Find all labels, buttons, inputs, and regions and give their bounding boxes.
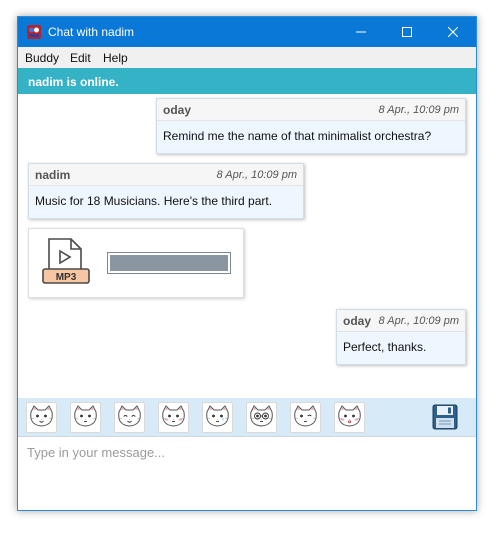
glasses-cat-icon bbox=[249, 404, 274, 431]
message-header: oday 8 Apr., 10:09 pm bbox=[157, 99, 465, 121]
message-bubble: oday 8 Apr., 10:09 pm Perfect, thanks. bbox=[336, 309, 466, 365]
grin-cat-icon bbox=[117, 404, 142, 431]
menu-bar: Buddy Edit Help bbox=[18, 47, 476, 68]
teary-cat-icon bbox=[205, 404, 230, 431]
close-icon bbox=[448, 27, 458, 37]
kiss-cat-icon bbox=[337, 404, 362, 431]
floppy-disk-icon bbox=[432, 404, 458, 430]
emoticon-button-kiss[interactable] bbox=[334, 402, 365, 433]
wink-cat-icon bbox=[293, 404, 318, 431]
maximize-button[interactable] bbox=[384, 17, 430, 47]
emoticon-button-glasses[interactable] bbox=[246, 402, 277, 433]
emoticon-button-grin[interactable] bbox=[114, 402, 145, 433]
menu-help[interactable]: Help bbox=[103, 51, 128, 65]
maximize-icon bbox=[402, 27, 412, 37]
emoticon-button-neutral[interactable] bbox=[70, 402, 101, 433]
file-attachment[interactable]: MP3 bbox=[28, 228, 244, 298]
message-text: Remind me the name of that minimalist or… bbox=[163, 129, 432, 143]
message-text: Perfect, thanks. bbox=[343, 340, 427, 354]
message-time: 8 Apr., 10:09 pm bbox=[378, 315, 459, 327]
neutral-cat-icon bbox=[73, 404, 98, 431]
app-logo-icon bbox=[27, 25, 41, 39]
emoticon-button-blush[interactable] bbox=[158, 402, 189, 433]
close-button[interactable] bbox=[430, 17, 476, 47]
minimize-button[interactable] bbox=[338, 17, 384, 47]
message-header: nadim 8 Apr., 10:09 pm bbox=[29, 164, 303, 186]
file-progress-bar bbox=[107, 252, 231, 274]
message-sender: oday bbox=[343, 314, 372, 328]
message-time: 8 Apr., 10:09 pm bbox=[378, 104, 459, 116]
message-sender: nadim bbox=[35, 168, 71, 182]
menu-buddy[interactable]: Buddy bbox=[25, 51, 59, 65]
status-bar: nadim is online. bbox=[18, 68, 476, 94]
emoticon-button-smile[interactable] bbox=[26, 402, 57, 433]
message-list[interactable]: oday 8 Apr., 10:09 pm Remind me the name… bbox=[18, 94, 476, 398]
file-progress-fill bbox=[110, 255, 228, 271]
save-button[interactable] bbox=[430, 402, 460, 432]
minimize-icon bbox=[356, 31, 366, 33]
message-header: oday 8 Apr., 10:09 pm bbox=[337, 310, 465, 332]
emoticon-button-wink[interactable] bbox=[290, 402, 321, 433]
window-title: Chat with nadim bbox=[48, 25, 135, 39]
mp3-file-icon: MP3 bbox=[42, 238, 90, 284]
file-type-label: MP3 bbox=[56, 272, 77, 283]
message-time: 8 Apr., 10:09 pm bbox=[216, 169, 297, 181]
message-bubble: nadim 8 Apr., 10:09 pm Music for 18 Musi… bbox=[28, 163, 304, 219]
smile-cat-icon bbox=[29, 404, 54, 431]
title-bar[interactable]: Chat with nadim bbox=[18, 17, 476, 47]
message-bubble: oday 8 Apr., 10:09 pm Remind me the name… bbox=[156, 98, 466, 154]
message-sender: oday bbox=[163, 103, 192, 117]
emoticon-toolbar bbox=[18, 398, 476, 436]
emoticon-button-teary[interactable] bbox=[202, 402, 233, 433]
message-input[interactable] bbox=[18, 437, 476, 510]
chat-window: Chat with nadim Buddy Edit Help nadim is… bbox=[17, 16, 477, 511]
status-text: nadim is online. bbox=[28, 75, 119, 89]
menu-edit[interactable]: Edit bbox=[70, 51, 91, 65]
composer bbox=[18, 436, 476, 510]
blush-cat-icon bbox=[161, 404, 186, 431]
message-text: Music for 18 Musicians. Here's the third… bbox=[35, 194, 273, 208]
